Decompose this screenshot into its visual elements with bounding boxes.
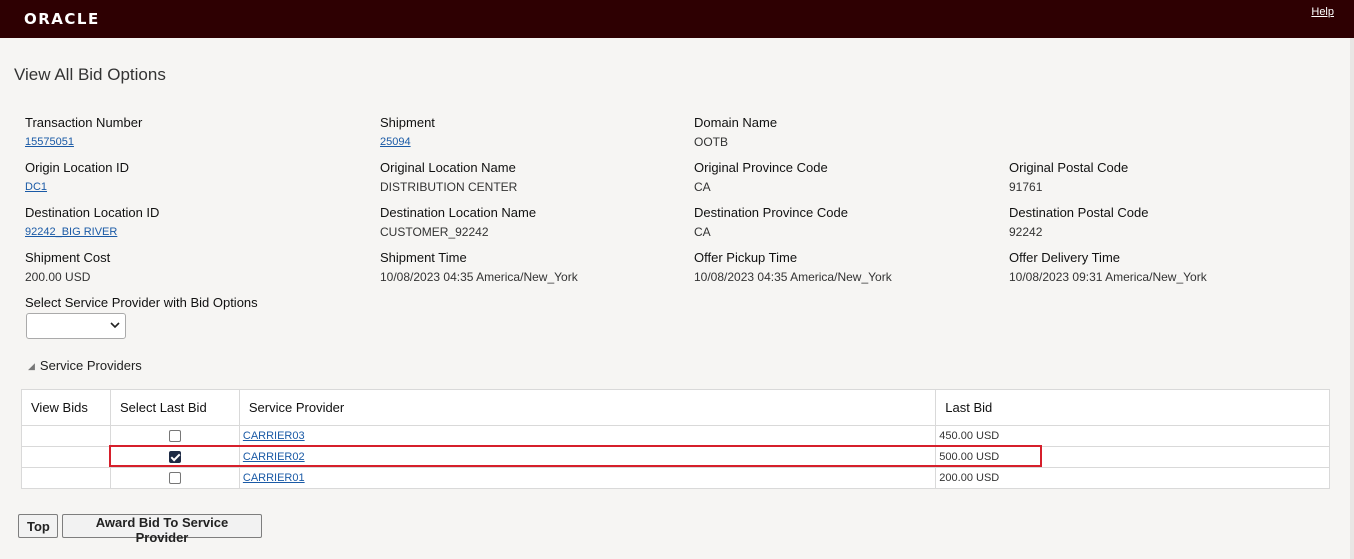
column-header-last-bid: Last Bid [935, 389, 1330, 426]
transaction-number-field: Transaction Number 15575051 [25, 115, 142, 150]
original-province-code-field: Original Province Code CA [694, 160, 828, 194]
origin-location-id-field: Origin Location ID DC1 [25, 160, 129, 195]
destination-location-id-field: Destination Location ID 92242_BIG RIVER [25, 205, 159, 240]
service-providers-table: View Bids Select Last Bid Service Provid… [21, 389, 1330, 489]
original-province-code-value: CA [694, 180, 711, 194]
select-service-provider-label: Select Service Provider with Bid Options [25, 295, 258, 310]
shipment-cost-field: Shipment Cost 200.00 USD [25, 250, 110, 284]
provider-cell: CARRIER03 [238, 425, 937, 447]
view-bids-cell [21, 446, 111, 468]
domain-name-value: OOTB [694, 135, 729, 149]
offer-delivery-time-label: Offer Delivery Time [1009, 250, 1121, 265]
offer-pickup-time-label: Offer Pickup Time [694, 250, 798, 265]
destination-location-name-field: Destination Location Name CUSTOMER_92242 [380, 205, 536, 239]
original-location-name-value: DISTRIBUTION CENTER [380, 180, 518, 194]
offer-delivery-time-field: Offer Delivery Time 10/08/2023 09:31 Ame… [1009, 250, 1207, 284]
service-provider-link[interactable]: CARRIER01 [243, 472, 305, 484]
window-edge [1350, 38, 1354, 559]
service-provider-link[interactable]: CARRIER02 [243, 451, 305, 463]
collapse-triangle-icon[interactable]: ◢ [28, 361, 35, 372]
destination-province-code-value: CA [694, 225, 711, 239]
help-link[interactable]: Help [1311, 6, 1334, 18]
original-postal-code-value: 91761 [1009, 180, 1043, 194]
shipment-time-field: Shipment Time 10/08/2023 04:35 America/N… [380, 250, 578, 284]
page-title: View All Bid Options [14, 65, 166, 84]
top-bar: ORACLE Help [0, 0, 1354, 38]
select-service-provider-field: Select Service Provider with Bid Options [25, 295, 258, 310]
column-header-service-provider: Service Provider [238, 389, 937, 426]
shipment-link[interactable]: 25094 [380, 135, 411, 149]
transaction-number-link[interactable]: 15575051 [25, 135, 74, 149]
column-header-view-bids: View Bids [21, 389, 111, 426]
destination-postal-code-label: Destination Postal Code [1009, 205, 1149, 220]
original-postal-code-field: Original Postal Code 91761 [1009, 160, 1128, 194]
destination-postal-code-value: 92242 [1009, 225, 1043, 239]
last-bid-cell: 500.00 USD [935, 446, 1330, 468]
oracle-logo: ORACLE [24, 10, 100, 28]
origin-location-id-link[interactable]: DC1 [25, 180, 47, 194]
provider-cell: CARRIER01 [238, 467, 937, 489]
table-header-row: View Bids Select Last Bid Service Provid… [21, 389, 1330, 426]
select-last-bid-checkbox[interactable] [168, 451, 181, 464]
origin-location-id-label: Origin Location ID [25, 160, 130, 175]
destination-location-name-label: Destination Location Name [380, 205, 537, 220]
shipment-cost-value: 200.00 USD [25, 270, 91, 284]
top-button[interactable]: Top [18, 514, 58, 538]
select-cell [109, 467, 240, 489]
original-location-name-field: Original Location Name DISTRIBUTION CENT… [380, 160, 517, 194]
provider-cell: CARRIER02 [238, 446, 937, 468]
select-cell [109, 446, 240, 468]
select-last-bid-checkbox[interactable] [168, 430, 181, 443]
shipment-cost-label: Shipment Cost [25, 250, 111, 265]
view-bids-cell [21, 467, 111, 489]
column-header-select-last-bid: Select Last Bid [109, 389, 240, 426]
last-bid-cell: 200.00 USD [935, 467, 1330, 489]
domain-name-label: Domain Name [694, 115, 778, 130]
service-provider-link[interactable]: CARRIER03 [243, 430, 305, 442]
award-bid-button[interactable]: Award Bid To Service Provider [62, 514, 262, 545]
shipment-time-label: Shipment Time [380, 250, 467, 265]
table-row: CARRIER01 200.00 USD [21, 467, 1330, 489]
destination-province-code-label: Destination Province Code [694, 205, 848, 220]
shipment-field: Shipment 25094 [380, 115, 435, 150]
original-province-code-label: Original Province Code [694, 160, 828, 175]
view-bids-cell [21, 425, 111, 447]
destination-location-id-label: Destination Location ID [25, 205, 160, 220]
destination-postal-code-field: Destination Postal Code 92242 [1009, 205, 1148, 239]
shipment-label: Shipment [380, 115, 435, 130]
chevron-down-icon [110, 319, 120, 333]
select-last-bid-checkbox[interactable] [168, 472, 181, 485]
shipment-time-value: 10/08/2023 04:35 America/New_York [380, 270, 578, 284]
service-provider-select[interactable] [26, 313, 126, 339]
offer-pickup-time-value: 10/08/2023 04:35 America/New_York [694, 270, 892, 284]
original-postal-code-label: Original Postal Code [1009, 160, 1129, 175]
destination-province-code-field: Destination Province Code CA [694, 205, 848, 239]
domain-name-field: Domain Name OOTB [694, 115, 777, 149]
transaction-number-label: Transaction Number [25, 115, 143, 130]
section-title: Service Providers [39, 358, 142, 373]
offer-pickup-time-field: Offer Pickup Time 10/08/2023 04:35 Ameri… [694, 250, 892, 284]
service-providers-section-header[interactable]: ◢ Service Providers [28, 358, 142, 373]
original-location-name-label: Original Location Name [380, 160, 516, 175]
table-row: CARRIER03 450.00 USD [21, 425, 1330, 447]
destination-location-name-value: CUSTOMER_92242 [380, 225, 489, 239]
select-cell [109, 425, 240, 447]
destination-location-id-link[interactable]: 92242_BIG RIVER [25, 225, 117, 239]
table-row: CARRIER02 500.00 USD [21, 446, 1330, 468]
last-bid-cell: 450.00 USD [935, 425, 1330, 447]
offer-delivery-time-value: 10/08/2023 09:31 America/New_York [1009, 270, 1207, 284]
